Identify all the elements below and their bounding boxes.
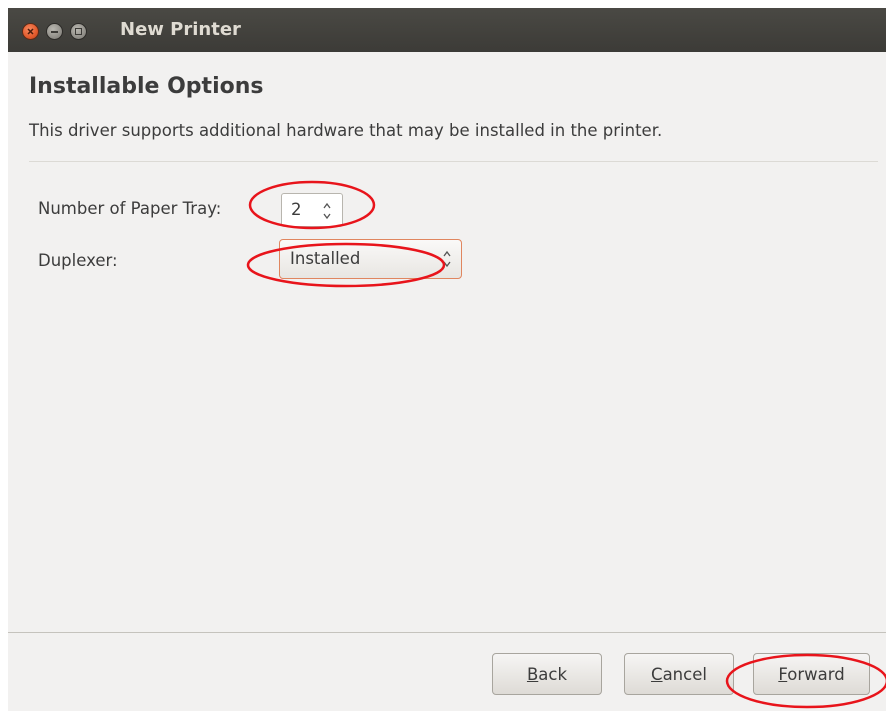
minimize-window-button[interactable] xyxy=(46,23,63,40)
cancel-button[interactable]: Cancel xyxy=(624,653,734,695)
footer-divider xyxy=(8,632,886,633)
close-icon xyxy=(27,28,34,35)
duplexer-label: Duplexer: xyxy=(38,251,118,270)
forward-button[interactable]: Forward xyxy=(753,653,870,695)
page-heading: Installable Options xyxy=(29,74,264,99)
minimize-icon xyxy=(51,31,58,33)
back-mnemonic: B xyxy=(526,665,539,684)
header-divider xyxy=(29,161,878,162)
cancel-label: ancel xyxy=(662,665,707,684)
new-printer-window: New Printer Installable Options This dri… xyxy=(8,8,886,711)
forward-label: orward xyxy=(787,665,845,684)
window-title: New Printer xyxy=(120,19,241,40)
maximize-window-button[interactable] xyxy=(70,23,87,40)
title-bar: New Printer xyxy=(8,8,886,52)
paper-tray-spinbutton[interactable]: 2 xyxy=(281,193,343,227)
cancel-mnemonic: C xyxy=(651,665,663,684)
maximize-icon xyxy=(75,28,82,35)
duplexer-select[interactable]: Installed xyxy=(279,239,462,279)
back-label: ack xyxy=(538,665,568,684)
paper-tray-value[interactable]: 2 xyxy=(291,200,302,219)
forward-mnemonic: F xyxy=(778,665,788,684)
page-description: This driver supports additional hardware… xyxy=(29,121,663,140)
back-button[interactable]: Back xyxy=(492,653,602,695)
close-window-button[interactable] xyxy=(22,23,39,40)
combo-arrows-icon xyxy=(443,250,451,268)
paper-tray-label: Number of Paper Tray: xyxy=(38,199,222,218)
spin-up-down-icon[interactable] xyxy=(321,200,333,222)
duplexer-selected-value: Installed xyxy=(290,249,361,268)
